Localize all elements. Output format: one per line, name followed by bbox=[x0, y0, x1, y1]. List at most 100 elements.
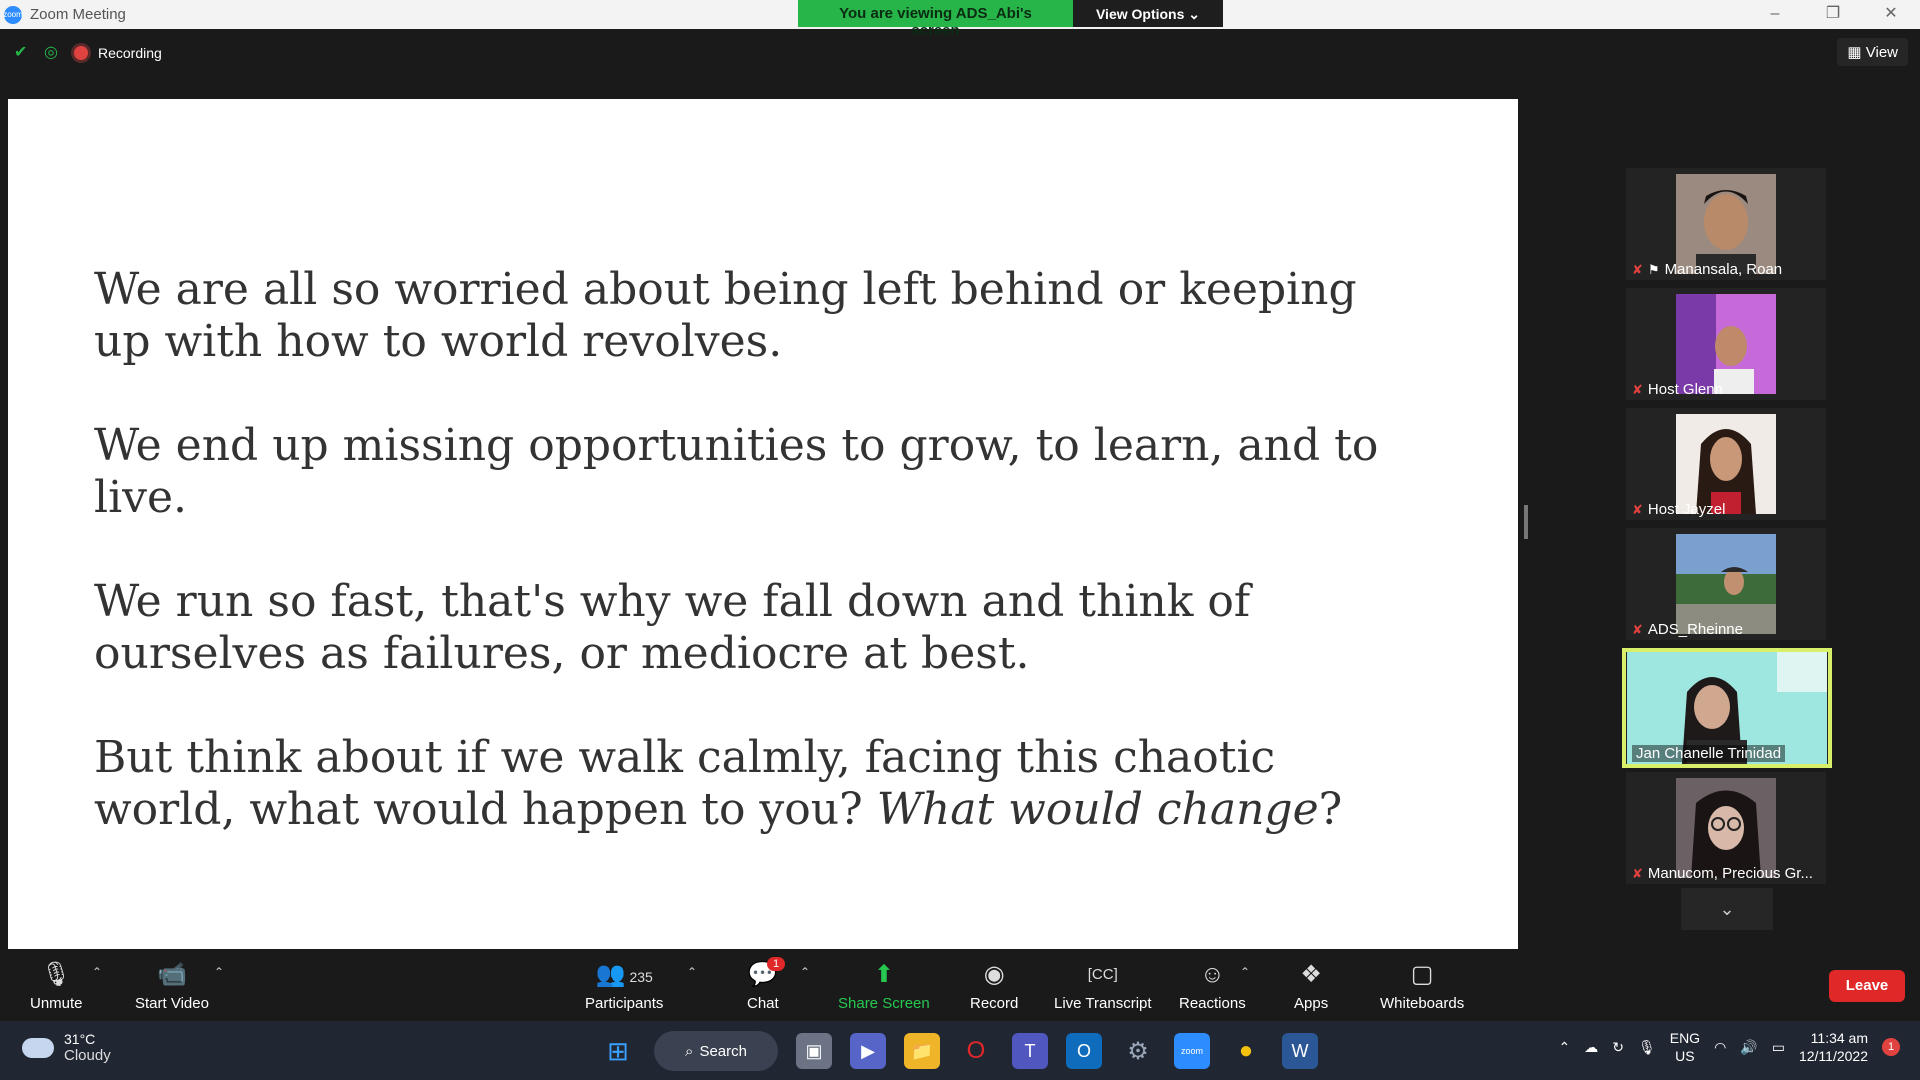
outlook-icon[interactable]: O bbox=[1066, 1033, 1102, 1069]
windows-start-icon[interactable]: ⊞ bbox=[600, 1033, 636, 1069]
meeting-toolbar: 🎙 Unmute ⌃ 📹 Start Video ⌃ 👥 235 Particip… bbox=[0, 951, 1920, 1021]
settings-gear-icon[interactable]: ⚙ bbox=[1120, 1033, 1156, 1069]
microphone-icon[interactable]: 🎙 bbox=[1638, 1039, 1656, 1056]
audio-options-caret[interactable]: ⌃ bbox=[92, 965, 102, 979]
video-options-caret[interactable]: ⌃ bbox=[214, 965, 224, 979]
slide-text-end: ? bbox=[1318, 784, 1343, 835]
mic-muted-icon: ✘ bbox=[1632, 865, 1643, 881]
clock-date: 12/11/2022 bbox=[1798, 1048, 1868, 1064]
participant-tile[interactable]: ✘ Host Jayzel bbox=[1626, 408, 1826, 520]
zoom-taskbar-icon[interactable]: zoom bbox=[1174, 1033, 1210, 1069]
live-transcript-button[interactable]: [CC] Live Transcript bbox=[1054, 959, 1152, 1012]
participant-name: Host Jayzel bbox=[1647, 501, 1726, 518]
clock-time: 11:34 am bbox=[1810, 1030, 1868, 1046]
teams-icon[interactable]: T bbox=[1012, 1033, 1048, 1069]
windows-taskbar: 31°C Cloudy ⊞ ⌕ Search ▣ ▶ 📁 O T O ⚙ zoom… bbox=[0, 1021, 1920, 1080]
wifi-icon[interactable]: ◠ bbox=[1714, 1039, 1726, 1056]
mic-off-icon: 🎙 bbox=[41, 961, 72, 988]
slide-paragraph: We end up missing opportunities to grow,… bbox=[94, 420, 1379, 523]
participant-tile[interactable]: ✘ ADS_Rheinne bbox=[1626, 528, 1826, 640]
file-explorer-icon[interactable]: 📁 bbox=[904, 1033, 940, 1069]
panel-resize-handle[interactable] bbox=[1524, 505, 1528, 539]
close-window-button[interactable]: ✕ bbox=[1862, 0, 1920, 29]
record-button[interactable]: ◉ Record bbox=[970, 959, 1018, 1012]
video-off-icon: 📹 bbox=[157, 961, 187, 988]
volume-icon[interactable]: 🔊 bbox=[1740, 1039, 1757, 1056]
mic-muted-icon: ✘ bbox=[1632, 501, 1643, 517]
language-code: ENG bbox=[1669, 1030, 1701, 1046]
closed-caption-icon: [CC] bbox=[1087, 966, 1118, 983]
word-icon[interactable]: W bbox=[1282, 1033, 1318, 1069]
gallery-scroll-down-button[interactable]: ⌄ bbox=[1681, 888, 1773, 930]
participant-gallery: ✘ ⚑ Manansala, Roan ✘ Host Glenn ✘ Host Jayz… bbox=[1622, 168, 1832, 892]
meeting-status: ✔ ◎ Recording bbox=[14, 44, 162, 62]
participants-label: Participants bbox=[585, 995, 664, 1012]
grid-icon: ▦ bbox=[1847, 44, 1862, 61]
chrome-icon[interactable]: ● bbox=[1228, 1033, 1264, 1069]
participant-tile-active-speaker[interactable]: Jan Chanelle Trinidad bbox=[1622, 648, 1832, 768]
apps-button[interactable]: ❖ Apps bbox=[1294, 959, 1328, 1012]
chevron-up-icon[interactable]: ⌃ bbox=[1558, 1039, 1570, 1056]
participants-button[interactable]: 👥 235 Participants bbox=[585, 959, 663, 1012]
video-call-icon[interactable]: ▶ bbox=[850, 1033, 886, 1069]
encryption-icon[interactable]: ◎ bbox=[44, 44, 62, 62]
screen-share-banner: You are viewing ADS_Abi's screen View Op… bbox=[798, 0, 1223, 39]
record-label: Record bbox=[970, 995, 1019, 1012]
minimize-button[interactable]: – bbox=[1746, 0, 1804, 29]
search-label: Search bbox=[699, 1042, 747, 1060]
leave-meeting-button[interactable]: Leave bbox=[1829, 970, 1905, 1002]
participant-video bbox=[1676, 778, 1776, 878]
view-button[interactable]: ▦ View bbox=[1837, 38, 1908, 66]
participant-tile[interactable]: ✘ Manucom, Precious Gr... bbox=[1626, 772, 1826, 884]
participant-tile[interactable]: ✘ Host Glenn bbox=[1626, 288, 1826, 400]
reactions-options-caret[interactable]: ⌃ bbox=[1240, 965, 1250, 979]
window-title: Zoom Meeting bbox=[30, 6, 126, 23]
opera-browser-icon[interactable]: O bbox=[958, 1033, 994, 1069]
notification-badge[interactable]: 1 bbox=[1882, 1038, 1900, 1056]
clock[interactable]: 11:34 am 12/11/2022 bbox=[1799, 1029, 1868, 1065]
shared-screen: We are all so worried about being left b… bbox=[8, 99, 1518, 949]
chat-unread-badge: 1 bbox=[767, 957, 786, 971]
refresh-icon[interactable]: ↻ bbox=[1612, 1039, 1624, 1056]
cloud-icon bbox=[22, 1037, 54, 1058]
cloud-sync-icon[interactable]: ☁ bbox=[1584, 1039, 1598, 1056]
participant-name: Manucom, Precious Gr... bbox=[1647, 865, 1813, 882]
participant-name: ADS_Rheinne bbox=[1647, 621, 1743, 638]
chat-label: Chat bbox=[747, 995, 779, 1012]
chat-button[interactable]: 💬 Chat 1 bbox=[747, 957, 786, 1012]
weather-widget[interactable]: 31°C Cloudy bbox=[22, 1031, 111, 1064]
slide-text-italic: What would change bbox=[876, 784, 1319, 835]
reaction-emoji-icon: ☺ bbox=[1200, 961, 1225, 988]
security-shield-icon[interactable]: ✔ bbox=[14, 44, 32, 62]
start-video-button[interactable]: 📹 Start Video bbox=[135, 959, 209, 1012]
task-view-icon[interactable]: ▣ bbox=[796, 1033, 832, 1069]
taskbar-apps: ⊞ ⌕ Search ▣ ▶ 📁 O T O ⚙ zoom ● W bbox=[600, 1031, 1318, 1071]
mic-muted-icon: ✘ bbox=[1632, 621, 1643, 637]
restore-button[interactable]: ❐ bbox=[1804, 0, 1862, 29]
pin-icon: ⚑ bbox=[1647, 261, 1660, 277]
apps-icon: ❖ bbox=[1300, 961, 1322, 988]
participant-name: Jan Chanelle Trinidad bbox=[1636, 745, 1782, 762]
participant-tile[interactable]: ✘ ⚑ Manansala, Roan bbox=[1626, 168, 1826, 280]
battery-icon[interactable]: ▭ bbox=[1772, 1039, 1785, 1056]
participant-video bbox=[1676, 414, 1776, 514]
reactions-button[interactable]: ☺ Reactions bbox=[1179, 959, 1246, 1012]
search-icon: ⌕ bbox=[685, 1042, 694, 1060]
participant-video bbox=[1676, 294, 1776, 394]
slide-paragraph: But think about if we walk calmly, facin… bbox=[94, 732, 1414, 836]
chat-options-caret[interactable]: ⌃ bbox=[800, 965, 810, 979]
zoom-app-icon: zoom bbox=[3, 5, 23, 24]
language-indicator[interactable]: ENG US bbox=[1670, 1029, 1700, 1065]
view-button-label: View bbox=[1865, 44, 1898, 61]
weather-description: Cloudy bbox=[64, 1047, 111, 1064]
unmute-button[interactable]: 🎙 Unmute bbox=[30, 959, 83, 1012]
window-controls: – ❐ ✕ bbox=[1746, 0, 1920, 29]
share-screen-label: Share Screen bbox=[838, 995, 930, 1012]
participants-icon: 👥 235 bbox=[595, 961, 653, 988]
share-screen-button[interactable]: ⬆ Share Screen bbox=[838, 959, 930, 1012]
whiteboards-label: Whiteboards bbox=[1380, 995, 1465, 1012]
view-options-button[interactable]: View Options ⌄ bbox=[1073, 0, 1223, 27]
taskbar-search-button[interactable]: ⌕ Search bbox=[654, 1031, 778, 1071]
whiteboards-button[interactable]: ▢ Whiteboards bbox=[1380, 959, 1464, 1012]
participants-options-caret[interactable]: ⌃ bbox=[687, 965, 697, 979]
